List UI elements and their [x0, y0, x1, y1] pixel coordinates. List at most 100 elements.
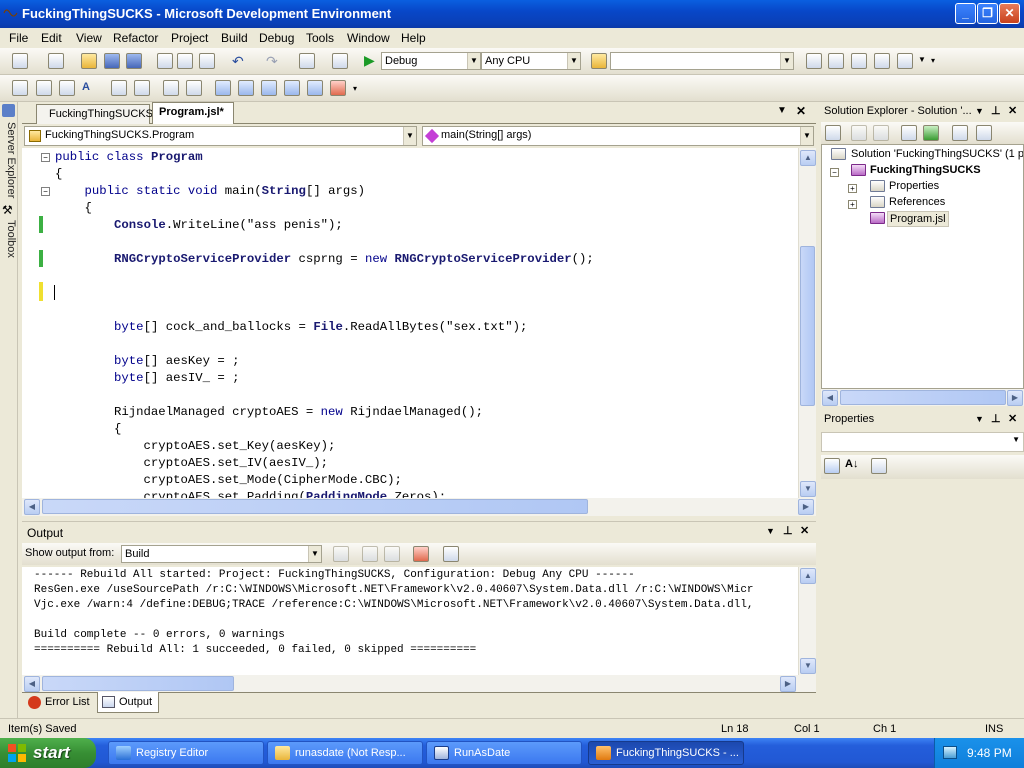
- close-output-icon[interactable]: ✕: [800, 524, 809, 537]
- start-debug-icon[interactable]: ▶: [364, 52, 375, 69]
- cut-icon[interactable]: [157, 53, 173, 69]
- new-project-icon[interactable]: [12, 53, 28, 69]
- next-message-icon[interactable]: [384, 546, 400, 562]
- comment-lines-icon[interactable]: [163, 80, 179, 96]
- window-position-icon[interactable]: ▼: [975, 414, 984, 424]
- menu-build[interactable]: Build: [221, 31, 248, 45]
- minimize-button[interactable]: _: [955, 3, 976, 24]
- properties-panel-header[interactable]: Properties ▼ ⊥ ✕: [821, 410, 1024, 430]
- property-pages-icon[interactable]: [871, 458, 887, 474]
- find-in-solution-icon[interactable]: [976, 125, 992, 141]
- task-registry-editor[interactable]: Registry Editor: [108, 741, 264, 765]
- scroll-up-icon[interactable]: ▲: [800, 568, 816, 584]
- tab-output[interactable]: Output: [97, 692, 159, 713]
- show-all-files-icon[interactable]: [851, 125, 867, 141]
- toolbox-tab-icon[interactable]: ⚒: [2, 203, 13, 217]
- scroll-down-icon[interactable]: ▼: [800, 658, 816, 674]
- solution-hscroll-thumb[interactable]: [840, 390, 1006, 405]
- previous-bookmark-in-folder-icon[interactable]: [284, 80, 300, 96]
- close-properties-icon[interactable]: ✕: [1008, 412, 1017, 425]
- save-icon[interactable]: [104, 53, 120, 69]
- previous-bookmark-icon[interactable]: [238, 80, 254, 96]
- tree-node-program-jsl[interactable]: Program.jsl: [887, 211, 949, 227]
- view-code-icon[interactable]: [901, 125, 917, 141]
- restore-button[interactable]: ❐: [977, 3, 998, 24]
- scroll-left-icon[interactable]: ◀: [24, 499, 40, 515]
- close-solution-explorer-icon[interactable]: ✕: [1008, 104, 1017, 117]
- editor-hscroll-thumb[interactable]: [42, 499, 588, 514]
- tab-project-designer[interactable]: FuckingThingSUCKS: [36, 104, 153, 124]
- close-document-icon[interactable]: ✕: [796, 104, 806, 118]
- display-object-member-list-icon[interactable]: [12, 80, 28, 96]
- decrease-indent-icon[interactable]: [111, 80, 127, 96]
- auto-hide-pin-icon[interactable]: ⊥: [991, 104, 1001, 117]
- display-word-completion-icon[interactable]: A: [82, 81, 90, 93]
- scroll-left-icon[interactable]: ◀: [24, 676, 40, 692]
- properties-icon[interactable]: [825, 125, 841, 141]
- code-editor[interactable]: − − public class Program { public static…: [22, 148, 798, 498]
- menu-debug[interactable]: Debug: [259, 31, 294, 45]
- undo-icon[interactable]: ↶: [232, 53, 244, 70]
- scroll-right-icon[interactable]: ▶: [780, 676, 796, 692]
- increase-indent-icon[interactable]: [134, 80, 150, 96]
- window-position-icon[interactable]: ▼: [975, 106, 984, 116]
- solution-tree[interactable]: Solution 'FuckingThingSUCKS' (1 pro − Fu…: [821, 144, 1024, 389]
- object-browser-icon[interactable]: [851, 53, 867, 69]
- output-source-select[interactable]: Build ▼: [121, 545, 322, 563]
- network-tray-icon[interactable]: [943, 746, 957, 759]
- save-all-icon[interactable]: [126, 53, 142, 69]
- members-dropdown[interactable]: main(String[] args) ▼: [422, 126, 814, 146]
- output-text-area[interactable]: ------ Rebuild All started: Project: Fuc…: [22, 567, 798, 675]
- auto-hide-pin-icon[interactable]: ⊥: [991, 412, 1001, 425]
- clear-all-icon[interactable]: [413, 546, 429, 562]
- scroll-down-icon[interactable]: ▼: [800, 481, 816, 497]
- task-runasdate[interactable]: RunAsDate: [426, 741, 582, 765]
- task-runasdate-folder[interactable]: runasdate (Not Resp...: [267, 741, 423, 765]
- copy-icon[interactable]: [177, 53, 193, 69]
- window-position-icon[interactable]: ▼: [766, 526, 775, 536]
- other-windows-icon[interactable]: [897, 53, 913, 69]
- menu-refactor[interactable]: Refactor: [113, 31, 158, 45]
- find-combo[interactable]: ▼: [610, 52, 794, 70]
- add-item-icon[interactable]: [48, 53, 64, 69]
- clear-bookmarks-icon[interactable]: [330, 80, 346, 96]
- tree-node-solution[interactable]: Solution 'FuckingThingSUCKS' (1 pro: [851, 148, 1023, 160]
- app-icon[interactable]: [3, 6, 18, 20]
- editor-vertical-scrollbar[interactable]: ▲ ▼: [798, 148, 816, 498]
- paste-icon[interactable]: [199, 53, 215, 69]
- tab-program-jsl[interactable]: Program.jsl*: [152, 102, 234, 124]
- server-explorer-icon[interactable]: [2, 104, 15, 117]
- tree-node-references[interactable]: References: [889, 196, 945, 208]
- solution-explorer-icon[interactable]: [806, 53, 822, 69]
- navigate-forward-icon[interactable]: [332, 53, 348, 69]
- start-button[interactable]: start: [0, 738, 96, 768]
- properties-window-icon[interactable]: [828, 53, 844, 69]
- solution-config-select[interactable]: Debug ▼: [381, 52, 481, 70]
- output-panel-header[interactable]: Output ▼ ⊥ ✕: [22, 521, 816, 543]
- collapse-method-icon[interactable]: −: [41, 187, 50, 196]
- alphabetical-icon[interactable]: A↓: [845, 458, 858, 470]
- types-dropdown[interactable]: FuckingThingSUCKS.Program ▼: [24, 126, 417, 146]
- tab-server-explorer[interactable]: Server Explorer: [1, 122, 17, 198]
- menu-file[interactable]: File: [9, 31, 28, 45]
- scroll-up-icon[interactable]: ▲: [800, 150, 816, 166]
- platform-select[interactable]: Any CPU ▼: [481, 52, 581, 70]
- menu-help[interactable]: Help: [401, 31, 426, 45]
- redo-icon[interactable]: ↷: [266, 53, 278, 70]
- toolbar-overflow-icon[interactable]: ▾: [931, 56, 935, 65]
- next-bookmark-icon[interactable]: [261, 80, 277, 96]
- find-in-files-icon[interactable]: [591, 53, 607, 69]
- menu-view[interactable]: View: [76, 31, 102, 45]
- properties-object-select[interactable]: ▼: [821, 432, 1024, 452]
- view-designer-icon[interactable]: [873, 125, 889, 141]
- open-file-icon[interactable]: [81, 53, 97, 69]
- solution-explorer-header[interactable]: Solution Explorer - Solution '... ▼ ⊥ ✕: [821, 102, 1024, 122]
- menu-edit[interactable]: Edit: [41, 31, 62, 45]
- title-bar[interactable]: FuckingThingSUCKS - Microsoft Developmen…: [0, 0, 1024, 28]
- scroll-left-icon[interactable]: ◀: [822, 390, 838, 406]
- scroll-right-icon[interactable]: ▶: [798, 499, 814, 515]
- expand-node-icon[interactable]: +: [848, 200, 857, 209]
- output-hscroll-thumb[interactable]: [42, 676, 234, 691]
- active-files-dropdown-icon[interactable]: ▼: [777, 105, 787, 116]
- view-class-diagram-icon[interactable]: [952, 125, 968, 141]
